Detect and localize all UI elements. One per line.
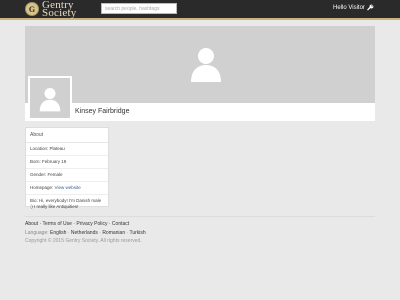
language-romanian[interactable]: Romanian <box>102 230 125 236</box>
about-location: Location: Plateau <box>26 143 108 156</box>
born-value: February 19 <box>42 159 67 164</box>
profile-name: Kinsey Fairbridge <box>75 108 130 115</box>
copyright-text: Copyright © 2015 Gentry Society. All rig… <box>25 238 142 244</box>
homepage-label: Homepage: <box>30 185 54 190</box>
footer-link-terms[interactable]: Terms of Use <box>42 221 71 227</box>
footer-divider <box>25 216 375 217</box>
bio-line-2: :) I really like Antiquities! <box>30 204 79 209</box>
site-logo[interactable]: G Gentry Society <box>25 0 77 19</box>
location-label: Location: <box>30 146 49 151</box>
homepage-link[interactable]: View website <box>55 185 81 190</box>
wrench-icon[interactable] <box>366 4 374 12</box>
about-homepage: Homepage: View website <box>26 182 108 195</box>
search-input[interactable] <box>101 3 177 14</box>
top-navbar: G Gentry Society Hello Visitor <box>0 0 400 20</box>
logo-emblem-icon: G <box>25 2 39 16</box>
language-english[interactable]: English <box>50 230 66 236</box>
user-silhouette-icon <box>39 88 61 112</box>
location-value: Plateau <box>49 146 65 151</box>
language-label: Language: <box>25 230 49 236</box>
about-panel: About Location: Plateau Born: February 1… <box>25 127 109 209</box>
born-label: Born: <box>30 159 41 164</box>
about-bio: Bio: Hi, everybody! I'm Danish male :) I… <box>26 195 108 213</box>
about-gender: Gender: Female <box>26 169 108 182</box>
about-born: Born: February 19 <box>26 156 108 169</box>
logo-line-2: Society <box>42 7 77 19</box>
about-title: About <box>26 128 108 143</box>
footer-link-contact[interactable]: Contact <box>112 221 129 227</box>
avatar[interactable] <box>28 76 72 120</box>
footer-link-about[interactable]: About <box>25 221 38 227</box>
footer-link-privacy[interactable]: Privacy Policy <box>76 221 107 227</box>
gender-value: Female <box>47 172 63 177</box>
language-netherlands[interactable]: Netherlands <box>71 230 98 236</box>
user-silhouette-icon <box>191 48 221 82</box>
footer-links: About · Terms of Use · Privacy Policy · … <box>25 221 130 227</box>
language-selector: Language: English · Netherlands · Romani… <box>25 230 146 236</box>
cover-photo <box>25 26 375 103</box>
language-turkish[interactable]: Turkish <box>129 230 145 236</box>
logo-text: Gentry Society <box>42 0 77 19</box>
greeting-text[interactable]: Hello Visitor <box>333 5 365 11</box>
gender-label: Gender: <box>30 172 47 177</box>
